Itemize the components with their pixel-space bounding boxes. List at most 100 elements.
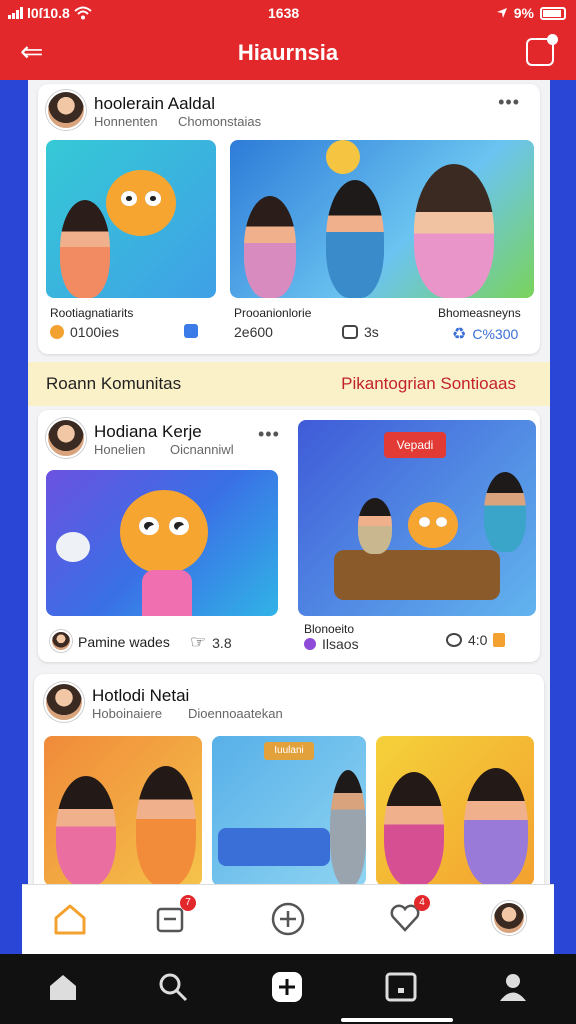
comment-count[interactable]: 3s	[342, 324, 379, 340]
nav-notifications[interactable]: 4	[388, 895, 430, 937]
status-bar: l0ſ10.8 1638 9%	[0, 0, 576, 26]
avatar[interactable]	[46, 90, 86, 130]
post-subtitle-left: Honnenten	[94, 114, 158, 129]
post-stat: 2e600	[234, 324, 273, 340]
game-table	[218, 828, 330, 866]
post-image[interactable]	[230, 140, 534, 298]
post-author[interactable]: hoolerain Aaldal	[94, 94, 215, 114]
avatar[interactable]	[46, 418, 86, 458]
home-icon	[54, 904, 86, 935]
person-figure	[326, 180, 384, 298]
game-table	[334, 550, 500, 600]
post-image[interactable]	[44, 736, 202, 886]
notifications-badge: 4	[414, 895, 430, 911]
mascot-figure	[408, 502, 458, 548]
share-icon: ♻	[452, 326, 467, 343]
like-icon: ☞	[190, 632, 207, 652]
post-subtitle-right: Chomonstaias	[178, 114, 262, 129]
comment-count[interactable]: 4:0	[446, 632, 506, 648]
person-figure	[56, 776, 116, 886]
comment-count-label: 4:0	[468, 632, 488, 648]
post-stat: Ilsaos	[304, 636, 359, 652]
person-figure	[414, 164, 494, 298]
nav-messages[interactable]: 7	[154, 895, 196, 937]
battery-text: 9%	[513, 5, 534, 21]
system-home-icon[interactable]	[46, 970, 80, 1004]
share-count[interactable]: ♻ C%300	[452, 324, 518, 344]
profile-avatar	[492, 901, 526, 935]
battery-icon	[540, 6, 566, 20]
system-media-icon[interactable]	[384, 970, 418, 1004]
seal-figure	[56, 532, 90, 562]
comment-count-label: 3s	[364, 324, 379, 340]
wifi-icon	[74, 6, 92, 20]
mascot-figure	[120, 490, 208, 574]
nav-home[interactable]	[52, 901, 88, 937]
nav-create[interactable]	[270, 901, 306, 937]
post-card: hoolerain Aaldal Honnenten Chomonstaias …	[38, 84, 540, 354]
post-caption: Pamine wades	[78, 634, 170, 650]
add-circle-icon	[271, 902, 305, 936]
comment-icon	[446, 633, 462, 647]
person-figure	[60, 200, 110, 298]
more-options-icon[interactable]: •••	[258, 424, 280, 445]
post-image[interactable]	[46, 470, 278, 616]
messages-badge: 7	[180, 895, 196, 911]
banner-right[interactable]: Pikantogrian Sontioaas	[341, 374, 516, 394]
comment-icon	[342, 325, 358, 339]
post-stat: 0100ies	[50, 324, 119, 340]
post-card: Hodiana Kerje Honelien Oicnanniwl ••• Pa…	[38, 410, 540, 662]
community-banner[interactable]: Roann Komunitas Pikantogrian Sontioaas	[28, 362, 550, 406]
post-stat-label: 0100ies	[70, 324, 120, 340]
banner-left[interactable]: Roann Komunitas	[46, 374, 181, 394]
person-figure	[464, 768, 528, 886]
page-title: Hiaurnsia	[237, 40, 339, 65]
status-right: 9%	[496, 5, 566, 21]
feed[interactable]: hoolerain Aaldal Honnenten Chomonstaias …	[28, 80, 550, 886]
post-card: Hotlodi Netai Hoboinaiere Dioennoaatekan…	[34, 674, 544, 886]
person-figure	[358, 498, 392, 554]
share-count-label: C%300	[472, 326, 519, 342]
avatar[interactable]	[44, 682, 84, 722]
more-options-icon[interactable]: •••	[498, 92, 520, 113]
post-image[interactable]: Iuulani	[212, 736, 366, 886]
post-subtitle-right: Oicnanniwl	[170, 442, 234, 457]
post-subtitle-right: Dioennoaatekan	[188, 706, 283, 721]
compose-badge	[547, 34, 558, 45]
mascot-body	[142, 570, 192, 616]
emoji-icon	[50, 325, 64, 339]
person-figure	[136, 766, 196, 886]
system-search-icon[interactable]	[156, 970, 190, 1004]
location-icon	[496, 8, 507, 18]
like-count-label: 3.8	[212, 634, 232, 651]
post-sub-caption: Ilsaos	[322, 636, 359, 652]
nav-profile[interactable]	[492, 901, 528, 937]
share-icon[interactable]	[184, 324, 198, 338]
post-author[interactable]: Hotlodi Netai	[92, 686, 189, 706]
post-caption: Prooanionlorie	[234, 306, 312, 320]
sign-board: Iuulani	[264, 742, 314, 760]
like-count[interactable]: ☞ 3.8	[190, 632, 232, 653]
carrier-text: l0ſ10.8	[27, 5, 70, 21]
post-author[interactable]: Hodiana Kerje	[94, 422, 202, 442]
home-indicator[interactable]	[341, 1018, 453, 1022]
system-add-icon[interactable]	[270, 970, 304, 1004]
dot-icon	[304, 638, 316, 650]
system-nav-bar	[0, 954, 576, 1024]
person-figure	[244, 196, 296, 298]
system-profile-icon[interactable]	[496, 970, 530, 1004]
post-image[interactable]: Vepadi	[298, 420, 536, 616]
app-header: ⇐ Hiaurnsia	[0, 26, 576, 80]
post-image[interactable]	[46, 140, 216, 298]
post-caption: Rootiagnatiarits	[50, 306, 134, 320]
bookmark-icon[interactable]	[493, 633, 506, 647]
compose-icon[interactable]	[526, 34, 558, 66]
avatar[interactable]	[50, 630, 72, 652]
person-figure	[330, 770, 366, 886]
post-tag: Bhomeasneyns	[438, 306, 521, 320]
person-figure	[384, 772, 444, 886]
post-image[interactable]	[376, 736, 534, 886]
ball-figure	[326, 140, 360, 174]
status-time: 1638	[268, 5, 300, 21]
mascot-figure	[106, 170, 176, 236]
